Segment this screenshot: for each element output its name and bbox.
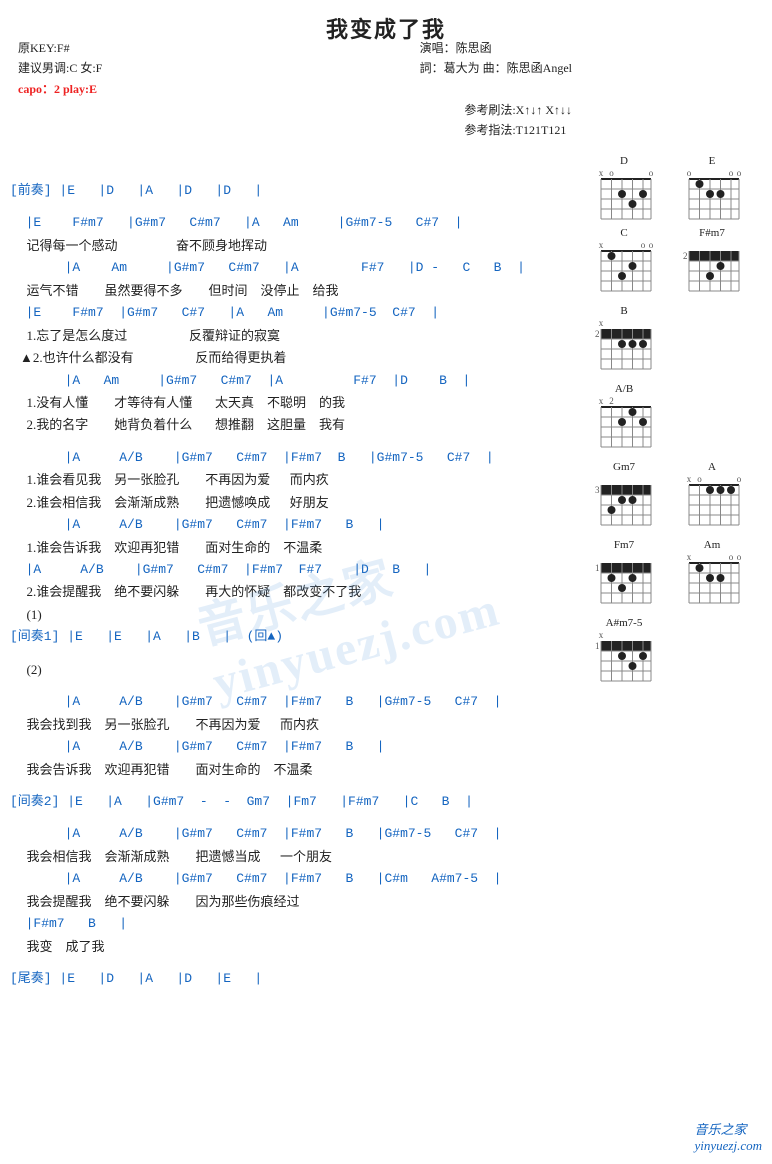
chord-line: |A A/B |G#m7 C#m7 |F#m7 B |G#m7-5 C#7 | — [10, 691, 572, 712]
chord-row-1: D x o o — [583, 155, 768, 223]
chord-line: [前奏] |E |D |A |D |D | — [10, 180, 572, 201]
lyric-line: ▲2.也许什么都没有 反而给得更执着 — [10, 347, 572, 368]
chord-line: [间奏1] |E |E |A |B | (回▲) — [10, 626, 572, 647]
spacer — [10, 958, 572, 968]
chord-Am: Am x o o — [671, 539, 753, 613]
lyric-line: 2.我的名字 她背负着什么 想推翻 这胆量 我有 — [10, 414, 572, 435]
chord-D: D x o o — [583, 155, 665, 223]
chord-Fm7: Fm7 1 — [583, 539, 665, 613]
lyric-line: 我会找到我 另一张脸孔 不再因为爱 而内疚 — [10, 714, 572, 735]
svg-text:3: 3 — [595, 485, 600, 495]
chord-C: C x o o — [583, 227, 665, 301]
lyric-line: 1.谁会告诉我 欢迎再犯错 面对生命的 不温柔 — [10, 537, 572, 558]
spacer — [10, 649, 572, 659]
svg-text:1: 1 — [595, 563, 600, 573]
chord-line: |A A/B |G#m7 C#m7 |F#m7 B |G#m7-5 C#7 | — [10, 447, 572, 468]
chord-Ashm75: A#m7-5 1 x — [583, 617, 665, 691]
chord-A: A x o o — [671, 461, 753, 535]
svg-text:o: o — [729, 552, 734, 562]
suggest-label: 建议男调:C 女:F — [18, 58, 102, 78]
svg-text:x: x — [599, 318, 604, 328]
chord-line: |A A/B |G#m7 C#m7 |F#m7 B | — [10, 514, 572, 535]
chord-B: B 2 x — [583, 305, 665, 379]
svg-text:2: 2 — [609, 396, 614, 406]
chord-line: |A Am |G#m7 C#m7 |A F#7 |D - C B | — [10, 257, 572, 278]
lyric-line: 1.谁会看见我 另一张脸孔 不再因为爱 而内疚 — [10, 469, 572, 490]
chord-row-4: A/B x 2 — [583, 383, 768, 457]
svg-text:x: x — [599, 396, 604, 406]
meta-left: 原KEY:F# 建议男调:C 女:F capo：2 play:E — [18, 38, 102, 99]
svg-text:o: o — [649, 168, 654, 178]
lyric-line: 我会提醒我 绝不要闪躲 因为那些伤痕经过 — [10, 891, 572, 912]
chord-row-2: C x o o F#m7 — [583, 227, 768, 301]
svg-text:o: o — [687, 168, 692, 178]
key-label: 原KEY:F# — [18, 38, 102, 58]
brand-label: 音乐之家yinyuezj.com — [694, 1119, 762, 1154]
chord-line: |A A/B |G#m7 C#m7 |F#m7 F#7 |D B | — [10, 559, 572, 580]
svg-text:x: x — [599, 630, 604, 640]
svg-text:x: x — [687, 474, 692, 484]
svg-text:o: o — [729, 168, 734, 178]
spacer — [10, 437, 572, 447]
chord-Gm7: Gm7 3 — [583, 461, 665, 535]
page-title: 我变成了我 — [0, 0, 772, 50]
chord-line: |E F#m7 |G#m7 C#7 |A Am |G#m7-5 C#7 | — [10, 302, 572, 323]
chord-line: [尾奏] |E |D |A |D |E | — [10, 968, 572, 989]
chord-E: E o o o — [671, 155, 753, 223]
lyric-line: 1.忘了是怎么度过 反覆辩证的寂寞 — [10, 325, 572, 346]
chord-line: [间奏2] |E |A |G#m7 - - Gm7 |Fm7 |F#m7 |C … — [10, 791, 572, 812]
strum-label: 参考刷法:X↑↓↑ X↑↓↓ — [464, 100, 572, 120]
chord-line: |A Am |G#m7 C#m7 |A F#7 |D B | — [10, 370, 572, 391]
svg-text:2: 2 — [595, 329, 600, 339]
chords-panel: D x o o — [583, 155, 768, 691]
lyric-line: 运气不错 虽然要得不多 但时间 没停止 给我 — [10, 280, 572, 301]
meta-right: 演唱：陈思函 詞：葛大为 曲：陈思函Angel — [420, 38, 572, 79]
spacer — [10, 681, 572, 691]
spacer — [10, 781, 572, 791]
lyric-line: 我会告诉我 欢迎再犯错 面对生命的 不温柔 — [10, 759, 572, 780]
words-label: 詞：葛大为 曲：陈思函Angel — [420, 58, 572, 78]
spacer — [10, 202, 572, 212]
chord-Fsm7: F#m7 2 — [671, 227, 753, 301]
singer-label: 演唱：陈思函 — [420, 38, 572, 58]
svg-text:x: x — [599, 168, 604, 178]
lyric-line: 记得每一个感动 奋不顾身地挥动 — [10, 235, 572, 256]
chord-line: |F#m7 B | — [10, 913, 572, 934]
lyric-line: 1.没有人懂 才等待有人懂 太天真 不聪明 的我 — [10, 392, 572, 413]
chord-line: |E F#m7 |G#m7 C#m7 |A Am |G#m7-5 C#7 | — [10, 212, 572, 233]
capo-label: capo：2 play:E — [18, 79, 102, 99]
chord-line: |A A/B |G#m7 C#m7 |F#m7 B |G#m7-5 C#7 | — [10, 823, 572, 844]
chord-row-3: B 2 x — [583, 305, 768, 379]
lyric-line: 我会相信我 会渐渐成熟 把遗憾当成 一个朋友 — [10, 846, 572, 867]
finger-label: 参考指法:T121T121 — [464, 120, 572, 140]
chord-AB: A/B x 2 — [583, 383, 665, 457]
svg-text:o: o — [737, 552, 742, 562]
svg-text:x: x — [599, 240, 604, 250]
svg-text:o: o — [697, 474, 702, 484]
lyric-line: (1) — [10, 604, 572, 625]
chord-row-7: A#m7-5 1 x — [583, 617, 768, 691]
svg-text:o: o — [641, 240, 646, 250]
chord-line: |A A/B |G#m7 C#m7 |F#m7 B |C#m A#m7-5 | — [10, 868, 572, 889]
svg-text:o: o — [737, 474, 742, 484]
spacer — [10, 813, 572, 823]
svg-text:2: 2 — [683, 251, 688, 261]
ref-strum-section: 参考刷法:X↑↓↑ X↑↓↓ 参考指法:T121T121 — [464, 100, 572, 141]
svg-text:o: o — [649, 240, 654, 250]
lyric-line: 我变 成了我 — [10, 936, 572, 957]
chord-row-5: Gm7 3 A — [583, 461, 768, 535]
svg-text:1: 1 — [595, 641, 600, 651]
lyric-line: (2) — [10, 659, 572, 680]
chord-line: |A A/B |G#m7 C#m7 |F#m7 B | — [10, 736, 572, 757]
lyric-line: 2.谁会提醒我 绝不要闪躲 再大的怀疑 都改变不了我 — [10, 581, 572, 602]
lyric-line: 2.谁会相信我 会渐渐成熟 把遗憾唤成 好朋友 — [10, 492, 572, 513]
svg-text:o: o — [737, 168, 742, 178]
chord-row-6: Fm7 1 Am — [583, 539, 768, 613]
svg-text:o: o — [609, 168, 614, 178]
svg-text:x: x — [687, 552, 692, 562]
